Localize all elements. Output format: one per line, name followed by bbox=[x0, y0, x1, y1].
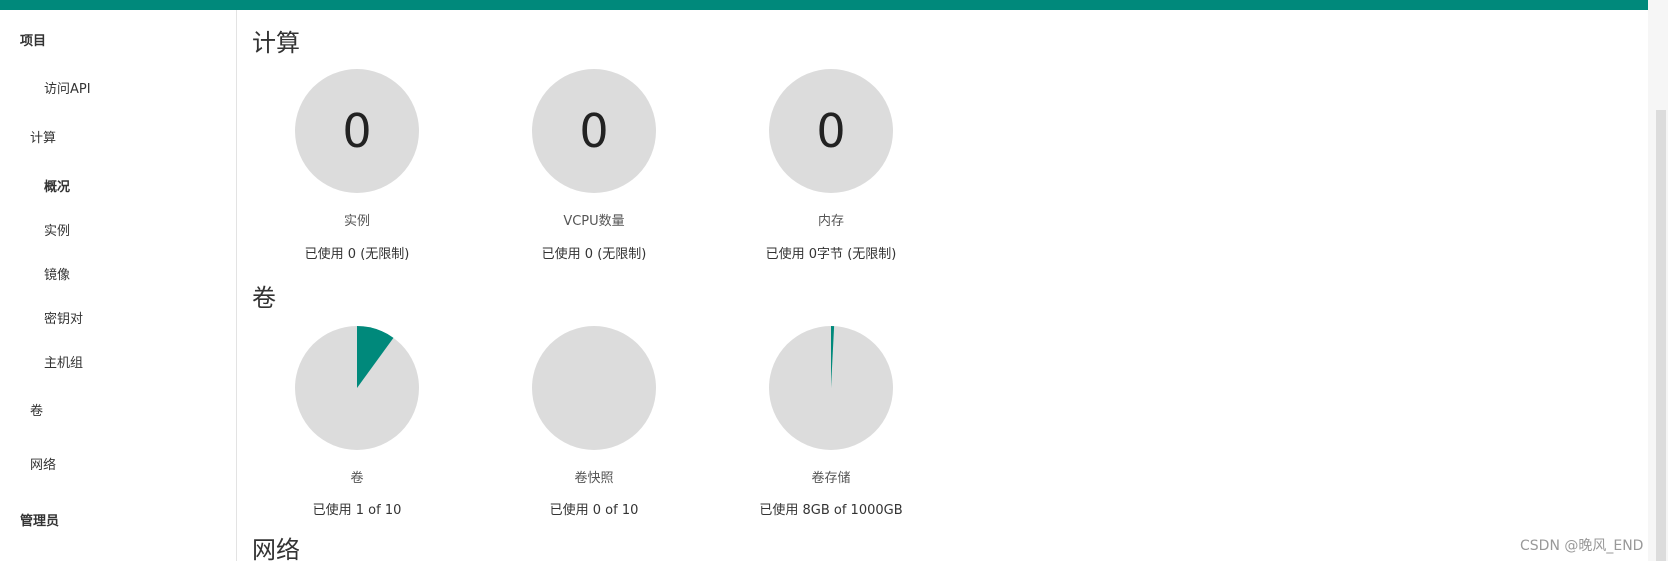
compute-memory-label: 内存 bbox=[817, 214, 844, 229]
volume-storage-label: 卷存储 bbox=[811, 471, 851, 486]
volume-storage-usage: 已使用 8GB of 1000GB bbox=[759, 503, 903, 518]
watermark: CSDN @晚风_END bbox=[1520, 538, 1644, 554]
volume-snapshot-usage: 已使用 0 of 10 bbox=[549, 503, 639, 518]
scrollbar-thumb[interactable] bbox=[1656, 110, 1666, 561]
sidebar-item-server-groups[interactable]: 主机组 bbox=[44, 352, 83, 371]
compute-vcpu-usage: 已使用 0 (无限制) bbox=[541, 247, 647, 262]
compute-vcpu-circle: 0 bbox=[532, 69, 656, 193]
page-title-cut: — bbox=[252, 10, 276, 18]
sidebar-item-api-access[interactable]: 访问API bbox=[44, 78, 91, 97]
volume-snapshot-pie bbox=[532, 326, 656, 450]
volume-count-label: 卷 bbox=[350, 471, 364, 486]
compute-memory-usage: 已使用 0字节 (无限制) bbox=[765, 247, 897, 262]
sidebar-item-keypairs[interactable]: 密钥对 bbox=[44, 308, 83, 327]
section-title-compute: 计算 bbox=[252, 29, 300, 57]
sidebar-item-images[interactable]: 镜像 bbox=[44, 264, 70, 283]
volume-snapshot-label: 卷快照 bbox=[574, 471, 614, 486]
sidebar-item-admin[interactable]: 管理员 bbox=[20, 510, 59, 529]
sidebar-item-network[interactable]: 网络 bbox=[30, 454, 56, 473]
volume-count-pie bbox=[295, 326, 419, 450]
sidebar-item-volumes[interactable]: 卷 bbox=[30, 400, 43, 419]
sidebar-item-project[interactable]: 项目 bbox=[20, 30, 46, 49]
compute-vcpu-label: VCPU数量 bbox=[563, 214, 625, 229]
sidebar-item-compute[interactable]: 计算 bbox=[30, 127, 56, 146]
compute-instances-label: 实例 bbox=[343, 214, 370, 229]
compute-memory-circle: 0 bbox=[769, 69, 893, 193]
volume-storage-pie bbox=[769, 326, 893, 450]
volume-count-usage: 已使用 1 of 10 bbox=[312, 503, 402, 518]
compute-instances-usage: 已使用 0 (无限制) bbox=[304, 247, 410, 262]
main-content: — 计算 0 0 0 实例 VCPU数量 内存 已使用 0 (无限制) 已使用 … bbox=[238, 10, 1648, 561]
compute-instances-circle: 0 bbox=[295, 69, 419, 193]
top-accent-bar bbox=[0, 0, 1668, 10]
section-title-volume: 卷 bbox=[252, 284, 276, 312]
sidebar-item-overview[interactable]: 概况 bbox=[44, 176, 70, 195]
section-title-network: 网络 bbox=[252, 536, 300, 561]
sidebar-item-instances[interactable]: 实例 bbox=[44, 220, 70, 239]
sidebar: 项目 访问API 计算 概况 实例 镜像 密钥对 主机组 卷 网络 管理员 bbox=[0, 10, 237, 561]
pie-background bbox=[532, 326, 656, 450]
